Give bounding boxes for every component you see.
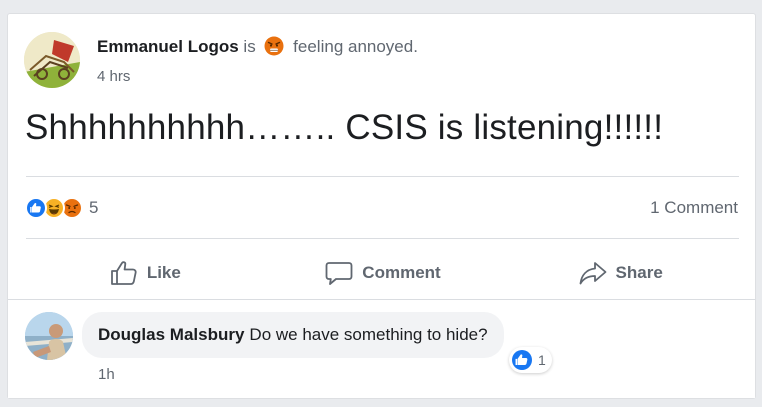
commenter-name[interactable]: Douglas Malsbury xyxy=(98,325,244,345)
like-button[interactable]: Like xyxy=(26,250,264,296)
angry-emoji-icon xyxy=(264,36,284,56)
comment-text: Do we have something to hide? xyxy=(249,325,488,344)
comment-bubble: Douglas Malsbury Do we have something to… xyxy=(82,312,504,358)
post-timestamp[interactable]: 4 hrs xyxy=(97,68,130,85)
reaction-count: 5 xyxy=(89,198,99,217)
like-icon xyxy=(25,197,47,219)
commenter-avatar-image xyxy=(25,312,73,360)
comments-section: Douglas Malsbury Do we have something to… xyxy=(8,299,755,398)
reactions-summary[interactable]: 5 xyxy=(25,196,98,220)
comment-label: Comment xyxy=(362,263,441,282)
divider xyxy=(26,176,739,177)
post-message: Shhhhhhhhhh…….. CSIS is listening!!!!!! xyxy=(25,108,664,147)
commenter-avatar[interactable] xyxy=(25,312,73,360)
like-label: Like xyxy=(146,263,181,282)
divider xyxy=(26,238,739,239)
share-arrow-icon xyxy=(579,262,606,285)
post-card: Emmanuel Logos is feeling annoyed. 4 hrs… xyxy=(7,13,756,399)
thumbs-up-icon xyxy=(110,261,137,285)
comment-like-count: 1 xyxy=(538,352,546,368)
comment-bubble-icon xyxy=(325,262,353,285)
author-avatar[interactable] xyxy=(24,32,80,88)
is-text: is xyxy=(243,37,256,56)
action-bar: Like Comment Share xyxy=(26,250,739,296)
comment-button[interactable]: Comment xyxy=(264,250,502,296)
comments-count-link[interactable]: 1 Comment xyxy=(650,198,738,218)
post-header: Emmanuel Logos is feeling annoyed. xyxy=(97,36,418,57)
comment-reactions[interactable]: 1 xyxy=(509,347,552,373)
feeling-text: feeling annoyed. xyxy=(293,37,418,56)
like-icon xyxy=(512,350,532,370)
share-button[interactable]: Share xyxy=(501,250,739,296)
comment-timestamp[interactable]: 1h xyxy=(98,366,115,383)
author-avatar-image xyxy=(24,32,80,88)
share-label: Share xyxy=(615,263,663,282)
author-name[interactable]: Emmanuel Logos xyxy=(97,37,239,56)
